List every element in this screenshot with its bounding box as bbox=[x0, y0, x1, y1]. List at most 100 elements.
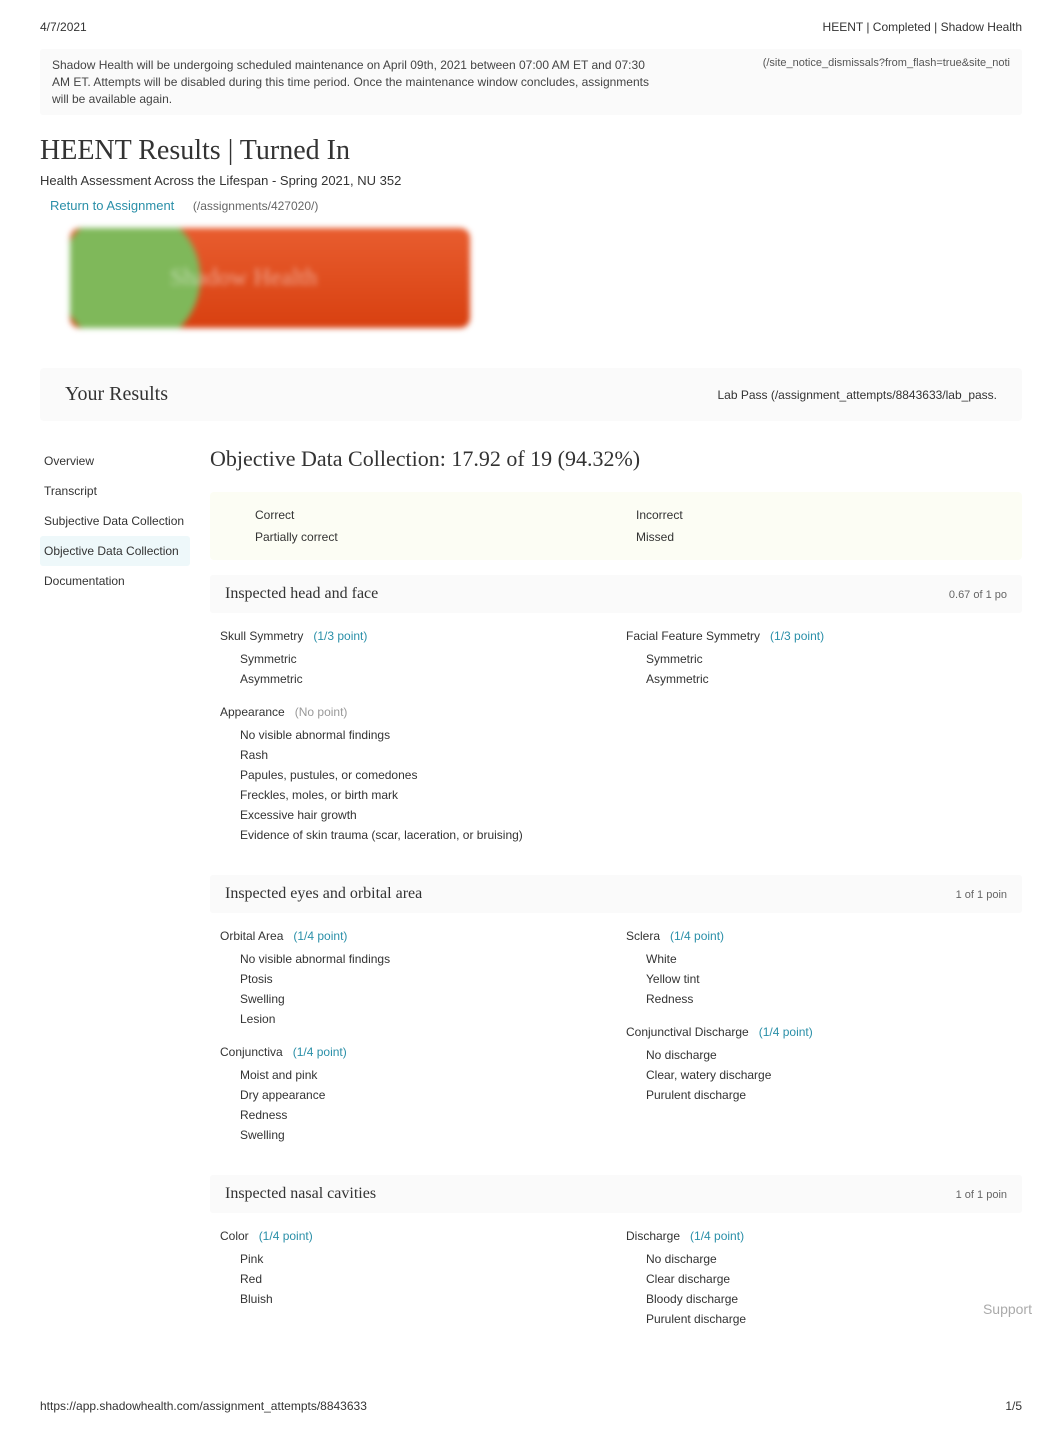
option: Purulent discharge bbox=[626, 1309, 1012, 1329]
option: No visible abnormal findings bbox=[220, 949, 606, 969]
main-layout: Overview Transcript Subjective Data Coll… bbox=[40, 446, 1022, 1359]
option: Asymmetric bbox=[220, 669, 606, 689]
legend-correct: Correct bbox=[235, 504, 616, 526]
maintenance-notice: Shadow Health will be undergoing schedul… bbox=[40, 49, 1022, 115]
criteria-grid: Color(1/4 point)PinkRedBluishDischarge(1… bbox=[210, 1228, 1022, 1344]
section-points: 1 of 1 poin bbox=[956, 889, 1007, 901]
criterion-points: (1/4 point) bbox=[670, 929, 724, 943]
sidebar-item-subjective[interactable]: Subjective Data Collection bbox=[40, 506, 190, 536]
notice-text: Shadow Health will be undergoing schedul… bbox=[52, 57, 652, 107]
option: Swelling bbox=[220, 1125, 606, 1145]
brand-banner: Shadow Health bbox=[70, 228, 470, 328]
option: Papules, pustules, or comedones bbox=[220, 765, 606, 785]
support-button[interactable]: Support bbox=[983, 1301, 1032, 1317]
criteria-col: Orbital Area(1/4 point)No visible abnorm… bbox=[220, 928, 606, 1160]
return-row: Return to Assignment (/assignments/42702… bbox=[40, 198, 1022, 213]
criterion: Skull Symmetry (1/3 point) SymmetricAsymme… bbox=[220, 628, 606, 689]
criterion: Appearance(No point)No visible abnormal … bbox=[220, 704, 606, 845]
option: Dry appearance bbox=[220, 1085, 606, 1105]
options: WhiteYellow tintRedness bbox=[626, 949, 1012, 1009]
options: No dischargeClear, watery dischargePurul… bbox=[626, 1045, 1012, 1105]
notice-dismiss-link[interactable]: (/site_notice_dismissals?from_flash=true… bbox=[763, 57, 1010, 107]
page-title: HEENT Results | Turned In bbox=[40, 135, 1022, 167]
results-bar: Your Results Lab Pass (/assignment_attem… bbox=[40, 368, 1022, 421]
legend-col-right: Incorrect Missed bbox=[616, 504, 997, 548]
sidebar-item-documentation[interactable]: Documentation bbox=[40, 566, 190, 596]
criterion-points: (1/3 point) bbox=[770, 629, 824, 643]
sidebar-item-objective[interactable]: Objective Data Collection bbox=[40, 536, 190, 566]
breadcrumb: HEENT | Completed | Shadow Health bbox=[823, 20, 1022, 34]
criteria-col: Color(1/4 point)PinkRedBluish bbox=[220, 1228, 606, 1344]
criterion: Color(1/4 point)PinkRedBluish bbox=[220, 1228, 606, 1309]
criterion-points: (1/4 point) bbox=[293, 1045, 347, 1059]
criteria-grid: Skull Symmetry(1/3 point)SymmetricAsymme… bbox=[210, 628, 1022, 860]
criterion-label: Conjunctiva bbox=[220, 1045, 283, 1059]
criterion-points: (1/4 point) bbox=[293, 929, 347, 943]
criterion-points: (1/3 point) bbox=[313, 629, 367, 643]
option: Moist and pink bbox=[220, 1065, 606, 1085]
option: Red bbox=[220, 1269, 606, 1289]
options: Moist and pinkDry appearanceRednessSwell… bbox=[220, 1065, 606, 1145]
criterion: Conjunctival Discharge(1/4 point)No disc… bbox=[626, 1024, 1012, 1105]
sidebar-item-transcript[interactable]: Transcript bbox=[40, 476, 190, 506]
options: SymmetricAsymmetric bbox=[220, 649, 606, 689]
option: Excessive hair growth bbox=[220, 805, 606, 825]
option: Swelling bbox=[220, 989, 606, 1009]
legend-col-left: Correct Partially correct bbox=[235, 504, 616, 548]
score-title: Objective Data Collection: 17.92 of 19 (… bbox=[210, 446, 1022, 472]
option: Evidence of skin trauma (scar, laceratio… bbox=[220, 825, 606, 845]
criterion-points: (1/4 point) bbox=[259, 1229, 313, 1243]
option: Redness bbox=[220, 1105, 606, 1125]
footer-url: https://app.shadowhealth.com/assignment_… bbox=[40, 1399, 367, 1413]
criterion: Facial Feature Symmetry (1/3 point) Symmet… bbox=[626, 628, 1012, 689]
your-results-title: Your Results bbox=[65, 383, 168, 406]
legend-missed: Missed bbox=[616, 526, 997, 548]
option: Clear discharge bbox=[626, 1269, 1012, 1289]
return-path: (/assignments/427020/) bbox=[193, 199, 318, 213]
option: Ptosis bbox=[220, 969, 606, 989]
criteria-col: Facial Feature Symmetry (1/3 point) Symmet… bbox=[626, 628, 1012, 860]
option: Symmetric bbox=[626, 649, 1012, 669]
option: Lesion bbox=[220, 1009, 606, 1029]
options: No dischargeClear dischargeBloody discha… bbox=[626, 1249, 1012, 1329]
option: Pink bbox=[220, 1249, 606, 1269]
option: Purulent discharge bbox=[626, 1085, 1012, 1105]
lab-pass-link[interactable]: Lab Pass (/assignment_attempts/8843633/l… bbox=[717, 388, 997, 402]
footer: https://app.shadowhealth.com/assignment_… bbox=[40, 1389, 1022, 1413]
banner-text: Shadow Health bbox=[170, 265, 317, 292]
criterion-label: Skull Symmetry bbox=[220, 629, 303, 643]
section-title: Inspected eyes and orbital area bbox=[225, 885, 422, 903]
section-header: Inspected head and face0.67 of 1 po bbox=[210, 575, 1022, 613]
criteria-col: Discharge (1/4 point) No dischargeClear di… bbox=[626, 1228, 1012, 1344]
option: Asymmetric bbox=[626, 669, 1012, 689]
option: Rash bbox=[220, 745, 606, 765]
section-header: Inspected nasal cavities1 of 1 poin bbox=[210, 1175, 1022, 1213]
criterion-label: Facial Feature Symmetry bbox=[626, 629, 760, 643]
options: No visible abnormal findingsPtosisSwelli… bbox=[220, 949, 606, 1029]
return-to-assignment-link[interactable]: Return to Assignment bbox=[50, 198, 174, 213]
sidebar-item-overview[interactable]: Overview bbox=[40, 446, 190, 476]
option: Bloody discharge bbox=[626, 1289, 1012, 1309]
page-subtitle: Health Assessment Across the Lifespan - … bbox=[40, 173, 1022, 188]
criteria-grid: Orbital Area(1/4 point)No visible abnorm… bbox=[210, 928, 1022, 1160]
criteria-col: Skull Symmetry (1/3 point) SymmetricAsymme… bbox=[220, 628, 606, 860]
criterion-points: (No point) bbox=[295, 705, 348, 719]
criterion-points: (1/4 point) bbox=[690, 1229, 744, 1243]
option: Freckles, moles, or birth mark bbox=[220, 785, 606, 805]
top-bar: 4/7/2021 HEENT | Completed | Shadow Heal… bbox=[40, 20, 1022, 34]
options: SymmetricAsymmetric bbox=[626, 649, 1012, 689]
legend: Correct Partially correct Incorrect Miss… bbox=[210, 492, 1022, 560]
criteria-col: Sclera(1/4 point)WhiteYellow tintRedness… bbox=[626, 928, 1012, 1160]
option: Clear, watery discharge bbox=[626, 1065, 1012, 1085]
section-points: 1 of 1 poin bbox=[956, 1189, 1007, 1201]
options: PinkRedBluish bbox=[220, 1249, 606, 1309]
section-title: Inspected head and face bbox=[225, 585, 378, 603]
option: No visible abnormal findings bbox=[220, 725, 606, 745]
option: No discharge bbox=[626, 1249, 1012, 1269]
criterion-label: Discharge bbox=[626, 1229, 680, 1243]
criterion: Conjunctiva (1/4 point) Moist and pinkDry … bbox=[220, 1044, 606, 1145]
criterion: Sclera(1/4 point)WhiteYellow tintRedness bbox=[626, 928, 1012, 1009]
criterion-points: (1/4 point) bbox=[759, 1025, 813, 1039]
criterion: Orbital Area(1/4 point)No visible abnorm… bbox=[220, 928, 606, 1029]
option: Redness bbox=[626, 989, 1012, 1009]
